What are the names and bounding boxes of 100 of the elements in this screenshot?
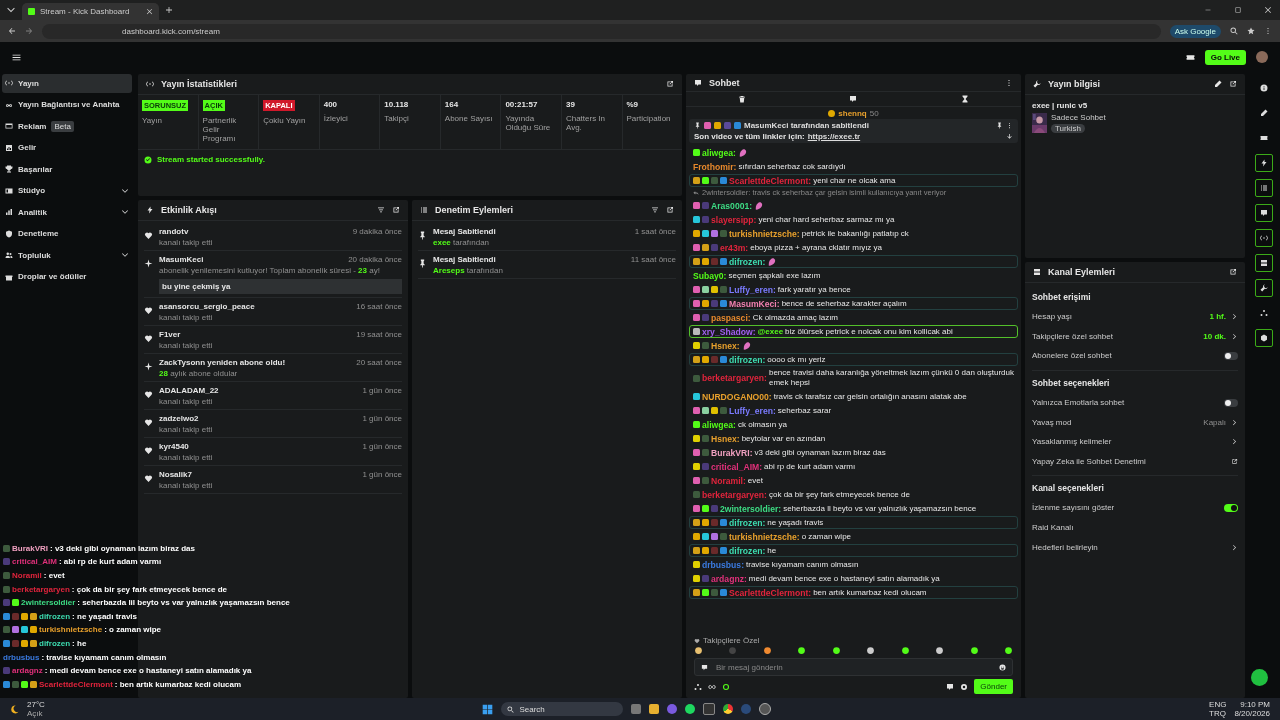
chat-username[interactable]: drbusbus: [702,559,744,570]
chat-username[interactable]: slayersipp: [711,214,757,225]
setting-label[interactable]: Abonelere özel sohbet [1032,351,1112,361]
setting-label[interactable]: Takipçilere özel sohbet [1032,331,1113,341]
popout-icon[interactable] [666,80,674,88]
chat-username[interactable]: Subay0: [693,270,727,281]
emote-icon[interactable] [762,646,772,655]
chat-username[interactable]: xry_Shadow: [702,326,756,337]
setting-label[interactable]: Raid Kanalı [1032,523,1074,533]
setting-label[interactable]: Yavaş mod [1032,417,1072,427]
chat-username[interactable]: turkishnietzsche: [729,228,800,239]
popout-icon[interactable] [666,206,674,214]
menu-dots-icon[interactable] [1006,122,1013,129]
floating-action-button[interactable] [1251,669,1268,686]
setting-label[interactable]: İzlenme sayısını göster [1032,503,1115,513]
chat-username[interactable]: Hsnex: [711,340,740,351]
chat-username[interactable]: critical_AIM: [711,461,763,472]
menu-icon[interactable] [12,52,21,62]
chat-icon[interactable] [849,95,858,103]
setting-label[interactable]: Yapay Zeka ile Sohbet Denetimi [1032,456,1146,466]
message-input[interactable]: Bir mesaj gönderin [714,661,993,673]
chat-username[interactable]: berketargaryen: [702,373,767,383]
address-bar[interactable]: dashboard.kick.com/stream [42,23,1161,39]
chevron-right-icon[interactable] [1231,438,1238,446]
keyboard-layout[interactable]: TRQ [1209,709,1227,718]
chevron-right-icon[interactable] [1231,418,1238,426]
setting-label[interactable]: Yasaklanmış kelimeler [1032,437,1112,447]
broadcast-icon[interactable] [1255,229,1273,247]
recorder-icon[interactable] [759,703,772,715]
chat-username[interactable]: NURDOGANO00: [702,391,772,402]
message-field[interactable]: Bir mesaj gönderin [694,658,1013,676]
chat-username[interactable]: paspasci: [711,312,751,323]
emote-icon[interactable] [935,646,945,655]
chevron-right-icon[interactable] [1231,313,1238,321]
ask-google-chip[interactable]: Ask Google [1169,24,1221,38]
category-name[interactable]: Sadece Sohbet [1051,113,1106,122]
chat-username[interactable]: difrozen: [729,256,766,267]
chat-username[interactable]: Frothomir: [693,161,737,172]
nodes-icon[interactable] [694,682,702,691]
toggle-switch[interactable] [1224,398,1238,407]
chevron-right-icon[interactable] [1231,332,1238,340]
arrow-down-icon[interactable] [1006,133,1013,140]
sidebar-item[interactable]: Denetleme [2,224,132,243]
chat-username[interactable]: ScarlettdeClermont: [729,175,812,186]
chat-username[interactable]: ScarlettdeClermont: [729,587,812,598]
trash-icon[interactable] [737,95,746,103]
chat-username[interactable]: 2wintersoldier: [720,503,782,514]
chat-username[interactable]: difrozen: [729,545,766,556]
wrench-icon[interactable] [1255,279,1273,297]
sidebar-item[interactable]: Yayın [2,74,132,93]
sidebar-item[interactable]: Topluluk [2,246,132,265]
maximize-icon[interactable] [1234,6,1242,14]
input-language[interactable]: ENG [1209,700,1227,709]
chat-username[interactable]: aliwgea: [702,419,736,430]
chat-username[interactable]: MasumKeci: [729,298,780,309]
sidebar-item[interactable]: Stüdyo [2,181,132,200]
avatar[interactable] [1256,51,1268,63]
chat-username[interactable]: difrozen: [729,517,766,528]
chat-app-icon[interactable] [667,704,678,714]
external-link-icon[interactable] [1231,457,1238,465]
bolt-icon[interactable] [1255,154,1273,172]
emote-icon[interactable] [797,646,807,655]
tab-list-icon[interactable] [6,5,16,15]
emote-icon[interactable] [969,646,979,655]
settings-icon[interactable] [960,682,969,691]
chat-username[interactable]: BurakVRI: [711,447,753,458]
chat-username[interactable]: Aras0001: [711,200,753,211]
chat-username[interactable]: Hsnex: [711,433,740,444]
chat-username[interactable]: Luffy_eren: [729,405,776,416]
send-button[interactable]: Gönder [974,679,1013,694]
pin-icon[interactable] [996,122,1003,129]
server-icon[interactable] [1255,254,1273,272]
ticket-icon[interactable] [1185,52,1195,62]
emote-icon[interactable] [1003,646,1013,655]
popout-icon[interactable] [1229,268,1237,276]
emote-icon[interactable] [900,646,910,655]
chat-username[interactable]: Noramil: [711,475,746,486]
browser-icon[interactable] [723,704,734,714]
mention[interactable]: @exee [757,326,784,337]
pencil-icon[interactable] [1214,80,1222,88]
sidebar-item[interactable]: Gelir [2,138,132,157]
language-tag[interactable]: Turkish [1051,124,1085,133]
music-app-icon[interactable] [685,704,696,714]
emote-icon[interactable] [866,646,876,655]
setting-label[interactable]: Yalnızca Emotlarla sohbet [1032,398,1125,408]
chat-icon[interactable] [946,682,955,691]
ring-icon[interactable] [722,682,730,691]
windows-icon[interactable] [482,703,494,715]
chat-username[interactable]: ardagnz: [711,573,747,584]
chat-username[interactable]: Luffy_eren: [729,284,776,295]
star-icon[interactable] [1247,27,1255,35]
chat-username[interactable]: er43m: [720,242,749,253]
sidebar-item[interactable]: Başarılar [2,160,132,179]
setting-label[interactable]: Hedefleri belirleyin [1032,542,1098,552]
folder-icon[interactable] [649,704,660,714]
chevron-down-icon[interactable] [121,186,129,195]
browser-tab[interactable]: Stream - Kick Dashboard [22,3,159,20]
emote-icon[interactable] [831,646,841,655]
clock-date[interactable]: 8/20/2026 [1234,709,1270,718]
chat-username[interactable]: berketargaryen: [702,489,767,500]
